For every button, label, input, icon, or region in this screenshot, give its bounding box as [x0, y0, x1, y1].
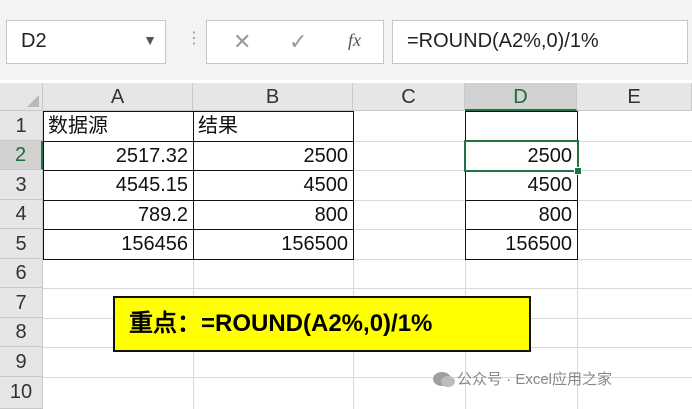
cell-d4[interactable]: 800 [466, 201, 576, 229]
cell-d1[interactable] [466, 112, 576, 141]
row-header-8[interactable]: 8 [0, 318, 43, 347]
row-header-9[interactable]: 9 [0, 347, 43, 377]
select-all-icon [27, 95, 39, 107]
watermark-text: 公众号 · Excel应用之家 [457, 371, 613, 388]
column-header-d[interactable]: D [465, 83, 577, 111]
close-icon[interactable]: ✕ [233, 29, 251, 55]
active-cell-selection [464, 140, 579, 172]
worksheet-grid: A B C D E 1 2 3 4 5 6 7 8 9 10 数据源 结果 25… [0, 83, 692, 409]
chevron-down-icon[interactable]: ▼ [143, 32, 157, 48]
column-header-b[interactable]: B [193, 83, 353, 111]
formula-text: =ROUND(A2%,0)/1% [407, 30, 599, 52]
watermark: 公众号 · Excel应用之家 [433, 368, 612, 389]
formula-buttons: ✕ ✓ fx [206, 20, 384, 64]
cell-d3[interactable]: 4500 [466, 171, 576, 200]
row-header-10[interactable]: 10 [0, 377, 43, 409]
cell-b3[interactable]: 4500 [194, 171, 352, 200]
cell-a1[interactable]: 数据源 [44, 112, 192, 141]
column-header-c[interactable]: C [353, 83, 465, 111]
fill-handle[interactable] [574, 167, 582, 175]
fx-icon[interactable]: fx [348, 30, 361, 51]
row-header-4[interactable]: 4 [0, 200, 43, 229]
formula-input[interactable]: =ROUND(A2%,0)/1% [392, 20, 688, 64]
cell-b1[interactable]: 结果 [194, 112, 352, 141]
row-header-5[interactable]: 5 [0, 229, 43, 259]
cell-b5[interactable]: 156500 [194, 230, 352, 259]
name-box-value: D2 [21, 30, 47, 52]
row-header-2[interactable]: 2 [0, 141, 43, 170]
cell-b4[interactable]: 800 [194, 201, 352, 229]
row-header-6[interactable]: 6 [0, 259, 43, 288]
column-header-a[interactable]: A [43, 83, 193, 111]
cell-b2[interactable]: 2500 [194, 142, 352, 170]
formula-callout: 重点：=ROUND(A2%,0)/1% [113, 296, 531, 352]
column-header-e[interactable]: E [577, 83, 692, 111]
cell-a5[interactable]: 156456 [44, 230, 192, 259]
cell-a3[interactable]: 4545.15 [44, 171, 192, 200]
wechat-icon [433, 372, 455, 387]
cell-a2[interactable]: 2517.32 [44, 142, 192, 170]
select-all-button[interactable] [0, 83, 43, 111]
gridline [43, 259, 692, 260]
check-icon[interactable]: ✓ [289, 29, 307, 55]
drag-handle-icon[interactable]: ⋮ [186, 28, 202, 48]
formula-bar: D2 ▼ ⋮ ✕ ✓ fx =ROUND(A2%,0)/1% [0, 0, 692, 80]
row-header-7[interactable]: 7 [0, 288, 43, 318]
gridline [353, 111, 354, 409]
cell-a4[interactable]: 789.2 [44, 201, 192, 229]
cell-d5[interactable]: 156500 [466, 230, 576, 259]
gridline [43, 288, 692, 289]
name-box[interactable]: D2 ▼ [6, 20, 166, 64]
row-header-1[interactable]: 1 [0, 111, 43, 141]
row-header-3[interactable]: 3 [0, 170, 43, 200]
